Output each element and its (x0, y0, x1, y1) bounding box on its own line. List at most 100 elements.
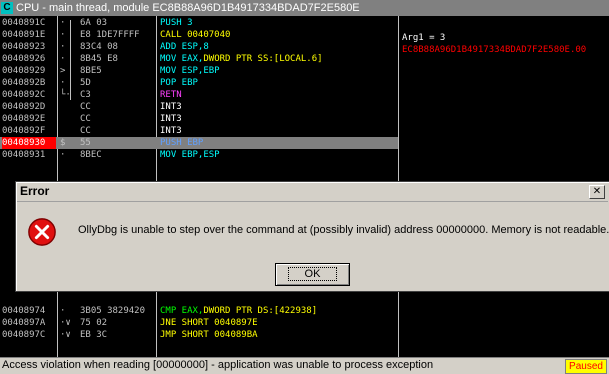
instruction-text: DWORD PTR DS:[422938] (203, 306, 318, 316)
instruction-text: INT3 (160, 102, 182, 112)
instruction-cell: CMP EAX,DWORD PTR DS:[422938] (160, 305, 396, 317)
disassembly-row[interactable]: 0040892F CC INT3 (0, 125, 398, 137)
disassembly-row[interactable]: 0040892C └· C3 RETN (0, 89, 398, 101)
instruction-cell: CALL 00407040 (160, 29, 396, 41)
disassembly-row[interactable]: 00408926 · 8B45 E8 MOV EAX,DWORD PTR SS:[LO… (0, 53, 398, 65)
hex-dump-cell: CC (80, 102, 91, 112)
instruction-cell: MOV EBP,ESP (160, 149, 396, 161)
instruction-cell: INT3 (160, 125, 396, 137)
disassembly-row[interactable]: 00408930 $55 PUSH EBP (0, 137, 398, 149)
address-cell: 0040892E (2, 114, 46, 124)
hex-dump-cell: 8B45 E8 (80, 54, 118, 64)
instruction-text: POP EBP (160, 78, 198, 88)
call-target-comment: EC8B88A96D1B4917334BDAD7F2E580E.00 (402, 45, 587, 55)
disassembly-row[interactable]: 0040891E · E8 1DE7FFFF CALL 00407040 (0, 29, 398, 41)
instruction-text: PUSH 3 (160, 18, 193, 28)
instruction-text: CMP EAX, (160, 306, 204, 316)
window-title: CPU - main thread, module EC8B88A96D1B49… (16, 2, 360, 14)
address-cell: 0040891C (2, 18, 46, 28)
hex-dump-cell: E8 1DE7FFFF (80, 30, 140, 40)
instruction-cell: MOV EAX,DWORD PTR SS:[LOCAL.6] (160, 53, 396, 65)
jump-marker: ·∨ (60, 318, 71, 328)
address-cell: 0040897C (2, 330, 46, 340)
disassembly-row[interactable]: 0040897A ·∨ 75 02 JNE SHORT 0040897E (0, 317, 398, 329)
ok-button[interactable]: OK (275, 263, 350, 286)
disassembly-row[interactable]: 0040892D CC INT3 (0, 101, 398, 113)
disassembly-row[interactable]: 00408931 · 8BEC MOV EBP,ESP (0, 149, 398, 161)
jump-marker: · (60, 42, 66, 52)
instruction-text: MOV EAX, (160, 54, 204, 64)
address-cell: 00408926 (2, 54, 46, 64)
window-title-bar[interactable]: C CPU - main thread, module EC8B88A96D1B4… (0, 0, 609, 16)
arg-comment: Arg1 = 3 (402, 33, 446, 43)
instruction-text: ADD ESP,8 (160, 42, 209, 52)
instruction-cell: PUSH 3 (160, 17, 396, 29)
instruction-text: PUSH EBP (160, 138, 204, 148)
address-cell: 0040892C (2, 90, 46, 100)
instruction-cell: MOV ESP,EBP (160, 65, 396, 77)
hex-dump-cell: CC (80, 114, 91, 124)
address-cell: 0040897A (2, 318, 46, 328)
hex-dump-cell: CC (80, 126, 91, 136)
instruction-text: RETN (160, 90, 182, 100)
dialog-message: OllyDbg is unable to step over the comma… (78, 224, 609, 236)
jump-marker: · (60, 306, 66, 316)
disassembly-row[interactable]: 0040897C ·∨ EB 3C JMP SHORT 004089BA (0, 329, 398, 341)
disassembly-row[interactable]: 00408923 · 83C4 08 ADD ESP,8 (0, 41, 398, 53)
hex-dump-cell: C3 (80, 90, 91, 100)
cpu-window-icon: C (1, 2, 13, 14)
address-cell: 0040892D (2, 102, 46, 112)
disassembly-row[interactable]: 00408974 · 3B05 3829420 CMP EAX,DWORD PTR D… (0, 305, 398, 317)
instruction-text: DWORD PTR SS:[LOCAL.6] (203, 54, 323, 64)
address-cell: 0040891E (2, 30, 46, 40)
error-icon (28, 218, 56, 246)
instruction-text: CALL 00407040 (160, 30, 231, 40)
instruction-cell: POP EBP (160, 77, 396, 89)
instruction-cell: INT3 (160, 101, 396, 113)
jump-marker: └· (60, 90, 71, 100)
instruction-cell: ADD ESP,8 (160, 41, 396, 53)
address-cell: 00408974 (2, 306, 46, 316)
jump-marker: · (60, 18, 66, 28)
disassembly-row[interactable]: 0040892E CC INT3 (0, 113, 398, 125)
comment-column: Arg1 = 3 EC8B88A96D1B4917334BDAD7F2E580E… (402, 32, 609, 56)
jump-marker: · (60, 30, 66, 40)
ok-button-label: OK (287, 267, 338, 281)
error-dialog: Error ✕ OllyDbg is unable to step over t… (15, 181, 609, 292)
hex-dump-cell: 5D (80, 78, 91, 88)
jump-marker: · (60, 150, 66, 160)
address-cell: 00408930 (2, 137, 56, 149)
instruction-text: JMP SHORT 004089BA (160, 330, 258, 340)
address-cell: 00408923 (2, 42, 46, 52)
address-cell: 0040892B (2, 78, 46, 88)
jump-marker: · (60, 78, 66, 88)
address-cell: 00408931 (2, 150, 46, 160)
hex-dump-cell: 6A 03 (80, 18, 108, 28)
instruction-text: MOV ESP,EBP (160, 66, 220, 76)
jump-marker: · (60, 54, 66, 64)
disassembly-row[interactable]: 00408929 >8BE5 MOV ESP,EBP (0, 65, 398, 77)
instruction-text: MOV EBP,ESP (160, 150, 220, 160)
instruction-cell: JNE SHORT 0040897E (160, 317, 396, 329)
dialog-title: Error (20, 184, 50, 198)
disassembly-row[interactable]: 0040891C · 6A 03 PUSH 3 (0, 17, 398, 29)
close-icon[interactable]: ✕ (589, 185, 605, 199)
instruction-text: INT3 (160, 114, 182, 124)
hex-dump-cell: 55 (80, 138, 91, 148)
address-cell: 0040892F (2, 126, 46, 136)
status-message: Access violation when reading [00000000]… (2, 359, 434, 371)
instruction-cell: INT3 (160, 113, 396, 125)
jump-marker: ·∨ (60, 330, 71, 340)
hex-dump-cell: 83C4 08 (80, 42, 118, 52)
instruction-cell: PUSH EBP (160, 137, 396, 149)
instruction-cell: JMP SHORT 004089BA (160, 329, 396, 341)
address-cell: 00408929 (2, 66, 46, 76)
disassembly-row[interactable]: 0040892B · 5D POP EBP (0, 77, 398, 89)
hex-dump-cell: 3B05 3829420 (80, 306, 146, 316)
jump-marker: $ (60, 138, 66, 148)
hex-dump-cell: 8BE5 (80, 66, 102, 76)
instruction-text: INT3 (160, 126, 182, 136)
hex-dump-cell: EB 3C (80, 330, 108, 340)
status-bar: Access violation when reading [00000000]… (0, 357, 609, 374)
paused-status-badge: Paused (565, 359, 607, 374)
